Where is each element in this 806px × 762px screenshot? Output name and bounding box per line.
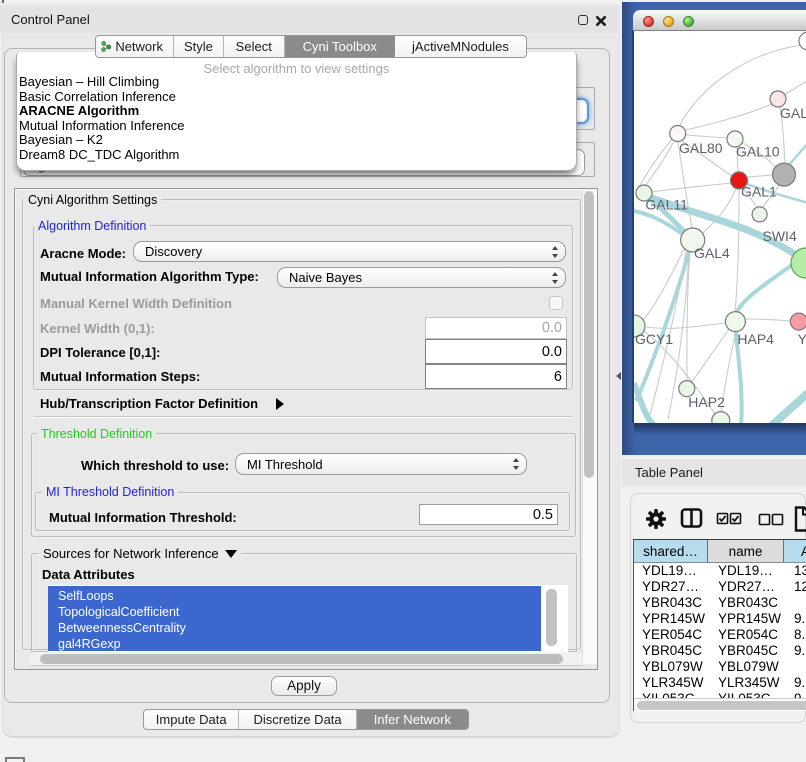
svg-text:Y: Y bbox=[798, 331, 806, 347]
svg-text:HAP2: HAP2 bbox=[688, 394, 725, 410]
svg-text:GAL80: GAL80 bbox=[679, 140, 723, 156]
svg-text:SWI4: SWI4 bbox=[763, 228, 797, 244]
svg-text:GAL11: GAL11 bbox=[645, 197, 688, 213]
svg-text:GAL10: GAL10 bbox=[736, 144, 780, 160]
svg-text:GAL2: GAL2 bbox=[780, 105, 806, 121]
svg-text:GAL1: GAL1 bbox=[741, 183, 777, 199]
svg-text:HAP4: HAP4 bbox=[737, 331, 774, 347]
svg-text:GCY1: GCY1 bbox=[635, 331, 673, 347]
svg-text:GAL4: GAL4 bbox=[694, 245, 730, 261]
